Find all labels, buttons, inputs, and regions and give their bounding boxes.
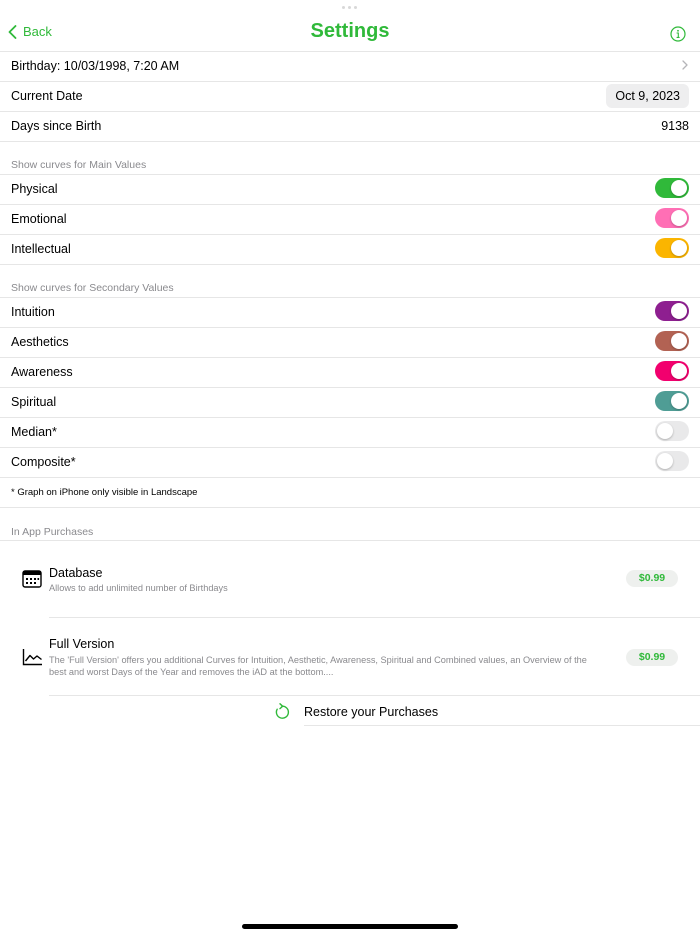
toggle-row-aesthetics: Aesthetics [0,327,700,357]
purchases-header: In App Purchases [11,526,94,538]
current-date-picker[interactable]: Oct 9, 2023 [606,84,689,108]
toggle-knob [671,240,687,256]
toggle-row-spiritual: Spiritual [0,387,700,417]
toggle-row-emotional: Emotional [0,204,700,234]
toggle-row-median: Median* [0,417,700,447]
current-date-label: Current Date [11,89,83,103]
toggle-knob [671,303,687,319]
intuition-toggle[interactable] [655,301,689,321]
days-since-birth-value: 9138 [661,119,689,133]
sheet-grabber[interactable] [342,6,358,9]
info-circle-icon[interactable] [670,26,686,42]
purchase-description: Allows to add unlimited number of Birthd… [49,583,228,593]
toggle-row-intuition: Intuition [0,297,700,327]
toggle-label: Emotional [11,212,67,226]
toggle-row-awareness: Awareness [0,357,700,387]
price-button[interactable]: $0.99 [626,649,678,666]
secondary-values-header: Show curves for Secondary Values [11,282,174,294]
toggle-knob [657,453,673,469]
chevron-right-icon [682,60,688,70]
birthday-row[interactable]: Birthday: 10/03/1998, 7:20 AM [0,51,700,81]
aesthetics-toggle[interactable] [655,331,689,351]
emotional-toggle[interactable] [655,208,689,228]
toggle-knob [671,210,687,226]
composite-toggle[interactable] [655,451,689,471]
divider [0,507,700,508]
toggle-knob [671,363,687,379]
toggle-row-intellectual: Intellectual [0,234,700,264]
divider [0,264,700,265]
divider [0,477,700,478]
toggle-label: Physical [11,182,58,196]
restore-purchases-button[interactable]: Restore your Purchases [274,703,438,721]
toggle-row-composite: Composite* [0,447,700,477]
toggle-knob [657,423,673,439]
calendar-icon [22,570,42,588]
page-title: Settings [310,20,390,42]
toggle-label: Median* [11,425,57,439]
home-indicator [242,924,458,929]
toggle-row-physical: Physical [0,174,700,204]
awareness-toggle[interactable] [655,361,689,381]
restore-purchases-label: Restore your Purchases [304,705,439,719]
days-since-birth-row: Days since Birth 9138 [0,111,700,141]
toggle-label: Awareness [11,365,73,379]
physical-toggle[interactable] [655,178,689,198]
purchase-description: The 'Full Version' offers you additional… [49,655,587,677]
price-button[interactable]: $0.99 [626,570,678,587]
toggle-knob [671,393,687,409]
toggle-label: Aesthetics [11,335,69,349]
purchase-full-version[interactable]: Full Version The 'Full Version' offers y… [0,618,700,696]
toggle-label: Intuition [11,305,55,319]
divider [304,725,700,726]
purchase-database[interactable]: Database Allows to add unlimited number … [0,540,700,618]
current-date-row: Current Date Oct 9, 2023 [0,81,700,111]
divider [0,141,700,142]
main-values-header: Show curves for Main Values [11,159,147,171]
toggle-knob [671,180,687,196]
median-toggle[interactable] [655,421,689,441]
toggle-label: Intellectual [11,242,71,256]
toggle-label: Composite* [11,455,76,469]
refresh-icon [275,703,290,719]
spiritual-toggle[interactable] [655,391,689,411]
birthday-label: Birthday: 10/03/1998, 7:20 AM [11,59,180,73]
landscape-footnote: * Graph on iPhone only visible in Landsc… [11,487,198,498]
purchase-title: Full Version [49,637,115,651]
intellectual-toggle[interactable] [655,238,689,258]
line-chart-icon [22,649,42,666]
divider [49,695,700,696]
toggle-knob [671,333,687,349]
navigation-bar: Back Settings [0,14,700,52]
days-since-birth-label: Days since Birth [11,119,102,133]
purchase-title: Database [49,566,103,580]
toggle-label: Spiritual [11,395,57,409]
